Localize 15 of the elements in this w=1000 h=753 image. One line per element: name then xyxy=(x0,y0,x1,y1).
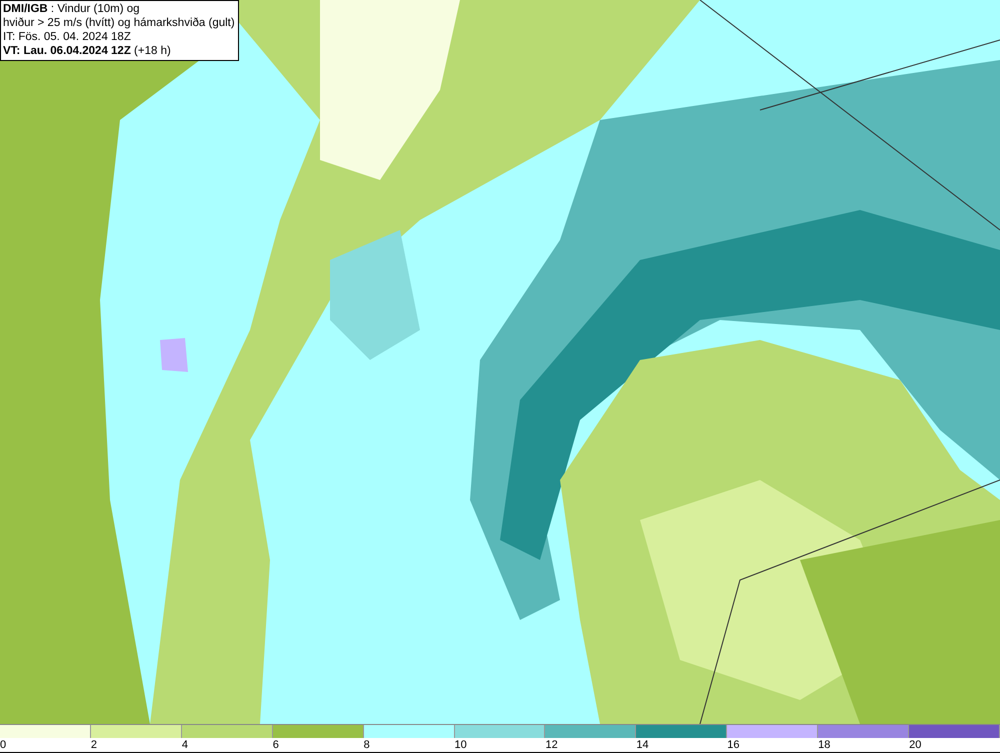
legend-label: 12 xyxy=(545,738,558,752)
legend-label: 4 xyxy=(182,738,188,752)
legend-label: 20 xyxy=(909,738,922,752)
legend-label: 10 xyxy=(454,738,467,752)
legend-label: 14 xyxy=(636,738,649,752)
legend-label: 2 xyxy=(90,738,98,752)
legend-label: 6 xyxy=(272,738,279,752)
title-line: hviður > 25 m/s (hvítt) og hámarkshviða (gult) xyxy=(3,16,235,30)
title-line: DMI/IGB : Vindur (10m) og xyxy=(3,2,141,16)
legend-label: 18 xyxy=(818,738,830,752)
title-line: IT: Fös. 05. 04. 2024 18Z xyxy=(3,30,132,44)
legend-label: 0 xyxy=(0,738,6,752)
legend-label: 16 xyxy=(727,738,740,752)
title-line: VT: Lau. 06.04.2024 12Z (+18 h) xyxy=(3,44,172,58)
legend-label: 8 xyxy=(364,738,370,752)
